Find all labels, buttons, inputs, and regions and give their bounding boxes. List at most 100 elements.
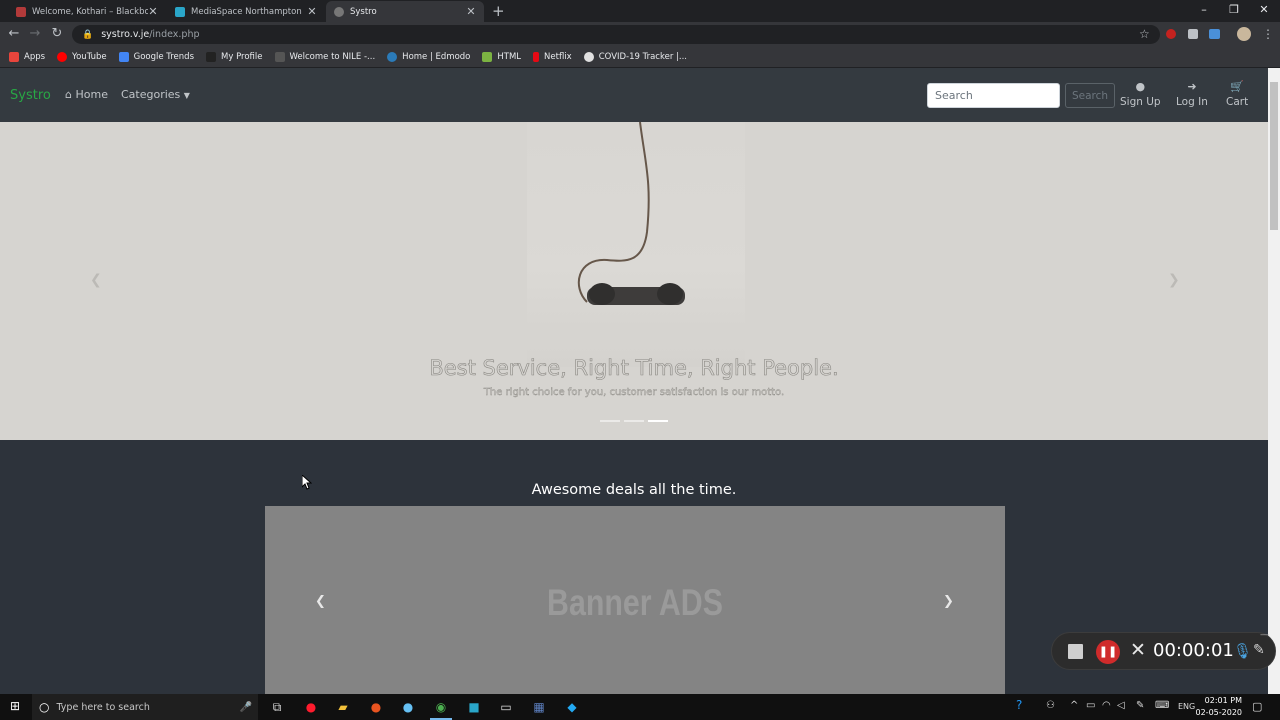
battery-icon[interactable]: ▭ xyxy=(1086,700,1095,711)
menu-kebab-icon[interactable]: ⋮ xyxy=(1262,27,1274,41)
search-button[interactable]: Search xyxy=(1065,83,1115,108)
new-tab-button[interactable]: + xyxy=(492,2,505,20)
reload-icon[interactable]: ↻ xyxy=(48,26,66,41)
telephone-receiver-illustration xyxy=(577,122,685,305)
bookmark-apps[interactable]: Apps xyxy=(9,51,45,62)
hero-image xyxy=(527,122,745,367)
bookmark-google-trends[interactable]: Google Trends xyxy=(118,51,194,62)
mouse-cursor-icon xyxy=(302,475,312,490)
caret-down-icon: ▼ xyxy=(183,91,190,100)
login-icon: ➜ xyxy=(1187,80,1197,93)
mic-icon[interactable]: 🎤 xyxy=(240,702,252,713)
lock-icon: 🔒 xyxy=(82,29,94,40)
user-icon: ● xyxy=(1135,80,1146,93)
hero-title: Best Service, Right Time, Right People. xyxy=(429,356,839,381)
steam-icon[interactable]: ● xyxy=(399,698,417,716)
opera-icon[interactable]: ● xyxy=(302,698,320,716)
keyboard-icon[interactable]: ⌨ xyxy=(1155,700,1169,711)
cortana-circle-icon: ○ xyxy=(39,700,50,714)
hero-prev-arrow-icon[interactable]: ❮ xyxy=(90,272,102,288)
home-icon: ⌂ xyxy=(65,88,72,101)
notifications-icon[interactable]: ▢ xyxy=(1252,700,1262,713)
star-icon[interactable]: ☆ xyxy=(1139,27,1150,41)
tab-systro[interactable]: Systro ✕ xyxy=(326,1,484,22)
bookmark-netflix[interactable]: Netflix xyxy=(533,51,572,62)
pen-workspace-icon[interactable]: ✎ xyxy=(1136,700,1144,711)
bookmark-edmodo[interactable]: Home | Edmodo xyxy=(387,51,470,62)
bookmark-nile[interactable]: Welcome to NILE -... xyxy=(274,51,375,62)
edmodo-icon xyxy=(387,51,398,62)
search-input[interactable] xyxy=(927,83,1060,108)
code-editor-icon[interactable]: ▦ xyxy=(530,698,548,716)
volume-icon[interactable]: ◁ xyxy=(1117,700,1125,711)
people-icon[interactable]: ⚇ xyxy=(1046,700,1055,711)
taskbar-search-box[interactable]: ○ Type here to search 🎤 xyxy=(32,694,258,720)
nav-signup-link[interactable]: ● Sign Up xyxy=(1120,80,1161,108)
help-icon[interactable]: ? xyxy=(1016,698,1022,712)
pen-icon[interactable]: ✎ xyxy=(1253,642,1265,658)
window-close-icon[interactable]: ✕ xyxy=(1249,3,1279,16)
hero-subtitle: The right choice for you, customer satis… xyxy=(483,387,785,398)
address-bar[interactable]: 🔒 systro.v.je/index.php xyxy=(72,25,1160,44)
clock-time[interactable]: 02:01 PM xyxy=(1194,696,1242,705)
carousel-indicator-3[interactable] xyxy=(648,420,668,422)
task-view-icon[interactable]: ⧉ xyxy=(268,698,286,716)
tab-blackboard[interactable]: Welcome, Kothari – Blackboard L ✕ xyxy=(8,1,166,22)
globe-icon xyxy=(334,6,344,17)
bookmark-covid-tracker[interactable]: COVID-19 Tracker |... xyxy=(583,51,687,62)
stop-recording-button[interactable] xyxy=(1068,644,1083,659)
nile-icon xyxy=(274,51,285,62)
extension-cube-icon[interactable] xyxy=(1188,29,1198,39)
windows-start-icon[interactable]: ⊞ xyxy=(10,699,20,713)
forward-icon[interactable]: → xyxy=(26,26,44,41)
bookmark-my-profile[interactable]: My Profile xyxy=(206,51,263,62)
pause-recording-button[interactable]: ❚❚ xyxy=(1096,640,1120,664)
carousel-indicator-1[interactable] xyxy=(600,420,620,422)
wifi-icon[interactable]: ◠ xyxy=(1102,700,1111,711)
terminal-icon[interactable]: ▭ xyxy=(497,698,515,716)
bookmark-youtube[interactable]: YouTube xyxy=(57,51,107,62)
profile-icon xyxy=(206,51,216,62)
ubuntu-icon[interactable]: ● xyxy=(367,698,385,716)
nav-cart-link[interactable]: 🛒 Cart xyxy=(1226,80,1248,108)
microphone-icon[interactable]: 🎙 xyxy=(1233,642,1252,660)
bookmarks-bar: Apps YouTube Google Trends My Profile We… xyxy=(0,46,1280,68)
trends-icon xyxy=(118,51,129,62)
language-indicator[interactable]: ENG xyxy=(1178,702,1195,711)
brand-logo[interactable]: Systro xyxy=(10,88,51,103)
banner-ad-text: Banner ADS xyxy=(547,582,723,623)
scrollbar-thumb[interactable] xyxy=(1270,82,1278,230)
nav-categories-dropdown[interactable]: Categories ▼ xyxy=(121,88,190,101)
url-host: systro.v.je xyxy=(101,29,150,40)
close-icon[interactable]: ✕ xyxy=(466,5,476,18)
cancel-recording-icon[interactable]: ✕ xyxy=(1130,639,1146,661)
extension-screen-icon[interactable] xyxy=(1209,29,1220,39)
netflix-icon xyxy=(533,51,540,62)
minimize-widget-icon[interactable]: — xyxy=(1260,630,1269,640)
extension-adblock-icon[interactable] xyxy=(1166,29,1176,39)
deals-heading: Awesome deals all the time. xyxy=(531,482,737,498)
vscode-icon[interactable]: ◆ xyxy=(563,698,581,716)
chrome-icon[interactable]: ◉ xyxy=(432,698,450,716)
nav-login-link[interactable]: ➜ Log In xyxy=(1176,80,1208,108)
blackboard-icon xyxy=(16,6,26,17)
file-explorer-icon[interactable]: ▰ xyxy=(334,698,352,716)
nav-home-link[interactable]: ⌂ Home xyxy=(65,88,108,101)
minimize-icon[interactable]: – xyxy=(1189,3,1219,16)
tab-mediaspace[interactable]: MediaSpace Northampton ✕ xyxy=(167,1,325,22)
mediaspace-app-icon[interactable]: ■ xyxy=(465,698,483,716)
restore-icon[interactable]: ❐ xyxy=(1219,3,1249,16)
close-icon[interactable]: ✕ xyxy=(307,5,317,18)
banner-prev-arrow-icon[interactable]: ❮ xyxy=(315,594,326,609)
back-icon[interactable]: ← xyxy=(5,26,23,41)
hero-next-arrow-icon[interactable]: ❯ xyxy=(1168,272,1180,288)
banner-next-arrow-icon[interactable]: ❯ xyxy=(943,594,954,609)
carousel-indicator-2[interactable] xyxy=(624,420,644,422)
bookmark-html[interactable]: HTML xyxy=(482,51,521,62)
mediaspace-icon xyxy=(175,6,185,17)
cart-icon: 🛒 xyxy=(1230,80,1244,93)
avatar[interactable] xyxy=(1237,27,1251,41)
clock-date[interactable]: 02-05-2020 xyxy=(1194,708,1243,717)
chevron-up-icon[interactable]: ^ xyxy=(1070,700,1078,711)
close-icon[interactable]: ✕ xyxy=(148,5,158,18)
